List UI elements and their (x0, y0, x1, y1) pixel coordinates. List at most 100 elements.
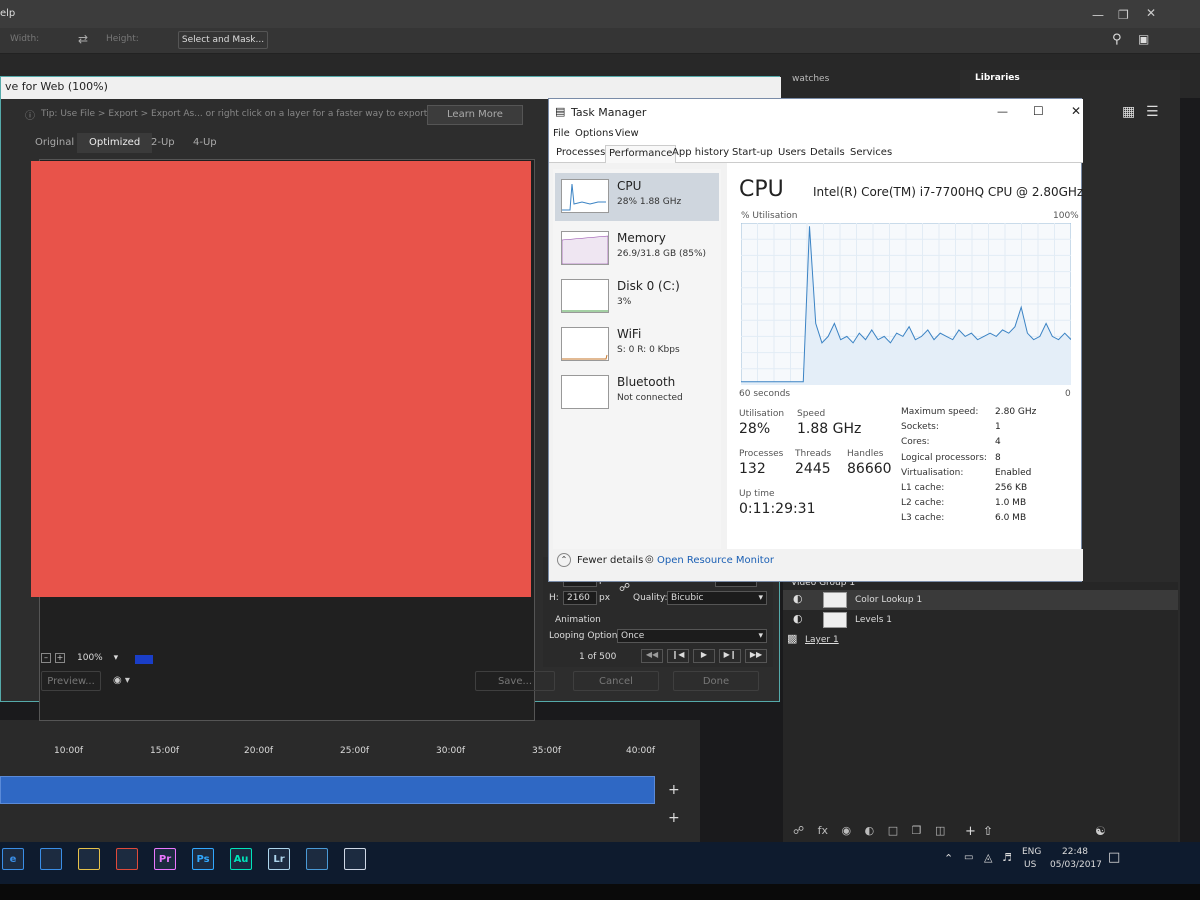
zoom-select[interactable]: 100% ▾ (77, 653, 125, 667)
taskbar-app-icon[interactable]: Pr (154, 848, 176, 870)
swap-icon[interactable]: ⇄ (78, 32, 88, 46)
taskbar-app-icon[interactable] (40, 848, 62, 870)
tab-2-up[interactable]: 2-Up (139, 133, 187, 153)
learn-more-button[interactable]: Learn More (427, 105, 523, 125)
mask-icon[interactable]: ◉ (842, 824, 852, 837)
resource-wifi[interactable]: WiFi S: 0 R: 0 Kbps (555, 321, 719, 369)
link-icon[interactable]: ☍ (793, 824, 804, 837)
ps-restore-icon[interactable]: ❐ (1118, 8, 1129, 22)
save-button[interactable]: Save... (475, 671, 555, 691)
menu-file[interactable]: File (553, 128, 570, 139)
taskbar-app-icon[interactable] (344, 848, 366, 870)
resource-memory[interactable]: Memory 26.9/31.8 GB (85%) (555, 225, 719, 273)
prev-frame-icon[interactable]: ❙◀ (667, 649, 689, 663)
trash-icon[interactable]: ◫ (935, 824, 945, 837)
add-track-icon[interactable]: + (668, 810, 680, 826)
task-manager-titlebar: ▤ Task Manager — ☐ ✕ (549, 99, 1083, 127)
taskbar-app-icon[interactable] (116, 848, 138, 870)
new-layer-icon[interactable]: ❐ (912, 824, 922, 837)
layer-row[interactable]: ▩ Layer 1 (783, 630, 1178, 650)
color-swatch[interactable] (135, 655, 153, 664)
upload-icon[interactable]: ⇧ (983, 824, 993, 838)
cpu-detail-pane: CPU Intel(R) Core(TM) i7-7700HQ CPU @ 2.… (727, 163, 1083, 553)
taskbar-app-icon[interactable] (306, 848, 328, 870)
region-code[interactable]: US (1024, 860, 1036, 870)
wifi-icon[interactable]: ◬ (984, 851, 992, 864)
video-clip-track[interactable] (0, 776, 655, 804)
clock-time[interactable]: 22:48 (1062, 847, 1088, 857)
first-frame-icon[interactable]: ◀◀ (641, 649, 663, 663)
folder-icon[interactable]: □ (888, 824, 898, 837)
tab-users[interactable]: Users (775, 145, 809, 163)
network-icon[interactable]: ▭ (964, 852, 973, 863)
optimized-preview-image[interactable] (31, 161, 531, 597)
close-icon[interactable]: ✕ (1071, 104, 1081, 118)
menu-view[interactable]: View (615, 128, 639, 139)
workspace-icon[interactable]: ▣ (1138, 32, 1149, 46)
select-and-mask-button[interactable]: Select and Mask... (178, 31, 268, 49)
tab-details[interactable]: Details (807, 145, 848, 163)
done-button[interactable]: Done (673, 671, 759, 691)
resource-cpu[interactable]: CPU 28% 1.88 GHz (555, 173, 719, 221)
list-view-icon[interactable]: ☰ (1146, 104, 1159, 120)
tray-chevron-icon[interactable]: ⌃ (944, 852, 953, 865)
height-field[interactable]: 2160 (563, 591, 597, 605)
preview-button[interactable]: Preview... (41, 671, 101, 691)
cpu-thumbnail-graph (561, 179, 609, 213)
handles-value: 86660 (847, 461, 892, 477)
taskbar-app-icon[interactable]: Lr (268, 848, 290, 870)
fx-icon[interactable]: fx (818, 824, 828, 837)
add-media-icon[interactable]: + (668, 782, 680, 798)
tab-swatches[interactable]: watches (792, 74, 829, 84)
link-dimensions-icon[interactable]: ☍ (619, 581, 630, 594)
tab-services[interactable]: Services (847, 145, 895, 163)
resource-value: 3% (617, 297, 632, 307)
minimize-icon[interactable]: — (997, 105, 1008, 118)
looping-select[interactable]: Once ▾ (617, 629, 767, 643)
search-icon[interactable]: ⚲ (1112, 32, 1122, 47)
tab-processes[interactable]: Processes (553, 145, 608, 163)
zoom-out-icon[interactable]: – (41, 653, 51, 663)
tab-4-up[interactable]: 4-Up (181, 133, 229, 153)
collapse-icon[interactable]: ⌃ (557, 553, 571, 567)
clock-date[interactable]: 05/03/2017 (1050, 860, 1102, 870)
quality-select[interactable]: Bicubic ▾ (667, 591, 767, 605)
chevron-down-icon: ▾ (758, 631, 763, 641)
zoom-in-icon[interactable]: + (55, 653, 65, 663)
layer-row[interactable]: ◐ Color Lookup 1 (783, 590, 1178, 610)
taskbar-app-icon[interactable]: Ps (192, 848, 214, 870)
new-fill-icon[interactable]: ◐ (865, 824, 875, 837)
ps-close-icon[interactable]: ✕ (1146, 6, 1156, 20)
open-resource-monitor-link[interactable]: Open Resource Monitor (657, 555, 774, 566)
layer-row[interactable]: ◐ Levels 1 (783, 610, 1178, 630)
height-unit: px (599, 593, 611, 603)
play-icon[interactable]: ▶ (693, 649, 715, 663)
cancel-button[interactable]: Cancel (573, 671, 659, 691)
resource-disk[interactable]: Disk 0 (C:) 3% (555, 273, 719, 321)
tab-start-up[interactable]: Start-up (729, 145, 776, 163)
resource-bluetooth[interactable]: Bluetooth Not connected (555, 369, 719, 417)
menu-options[interactable]: Options (575, 128, 614, 139)
taskbar-app-icon[interactable]: Au (230, 848, 252, 870)
tab-app-history[interactable]: App history (669, 145, 732, 163)
language-code[interactable]: ENG (1022, 847, 1041, 857)
tab-performance[interactable]: Performance (605, 145, 677, 163)
spec-value: 1 (995, 422, 1001, 433)
add-icon[interactable]: + (965, 824, 976, 839)
menu-help[interactable]: elp (0, 8, 15, 19)
resource-name: Disk 0 (C:) (617, 279, 680, 293)
ps-minimize-icon[interactable]: — (1092, 8, 1104, 22)
spec-key: L1 cache: (901, 483, 945, 493)
action-center-icon[interactable]: □ (1108, 850, 1120, 865)
tab-libraries[interactable]: Libraries (975, 73, 1035, 91)
volume-icon[interactable]: ♬ (1002, 851, 1012, 864)
browser-preview-icon[interactable]: ◉ ▾ (113, 675, 149, 691)
creative-cloud-icon[interactable]: ☯ (1095, 824, 1106, 838)
next-frame-icon[interactable]: ▶❙ (719, 649, 741, 663)
fewer-details-link[interactable]: Fewer details (577, 555, 643, 566)
grid-view-icon[interactable]: ▦ (1122, 104, 1135, 120)
last-frame-icon[interactable]: ▶▶ (745, 649, 767, 663)
maximize-icon[interactable]: ☐ (1033, 104, 1044, 118)
taskbar-app-icon[interactable]: e (2, 848, 24, 870)
taskbar-app-icon[interactable] (78, 848, 100, 870)
